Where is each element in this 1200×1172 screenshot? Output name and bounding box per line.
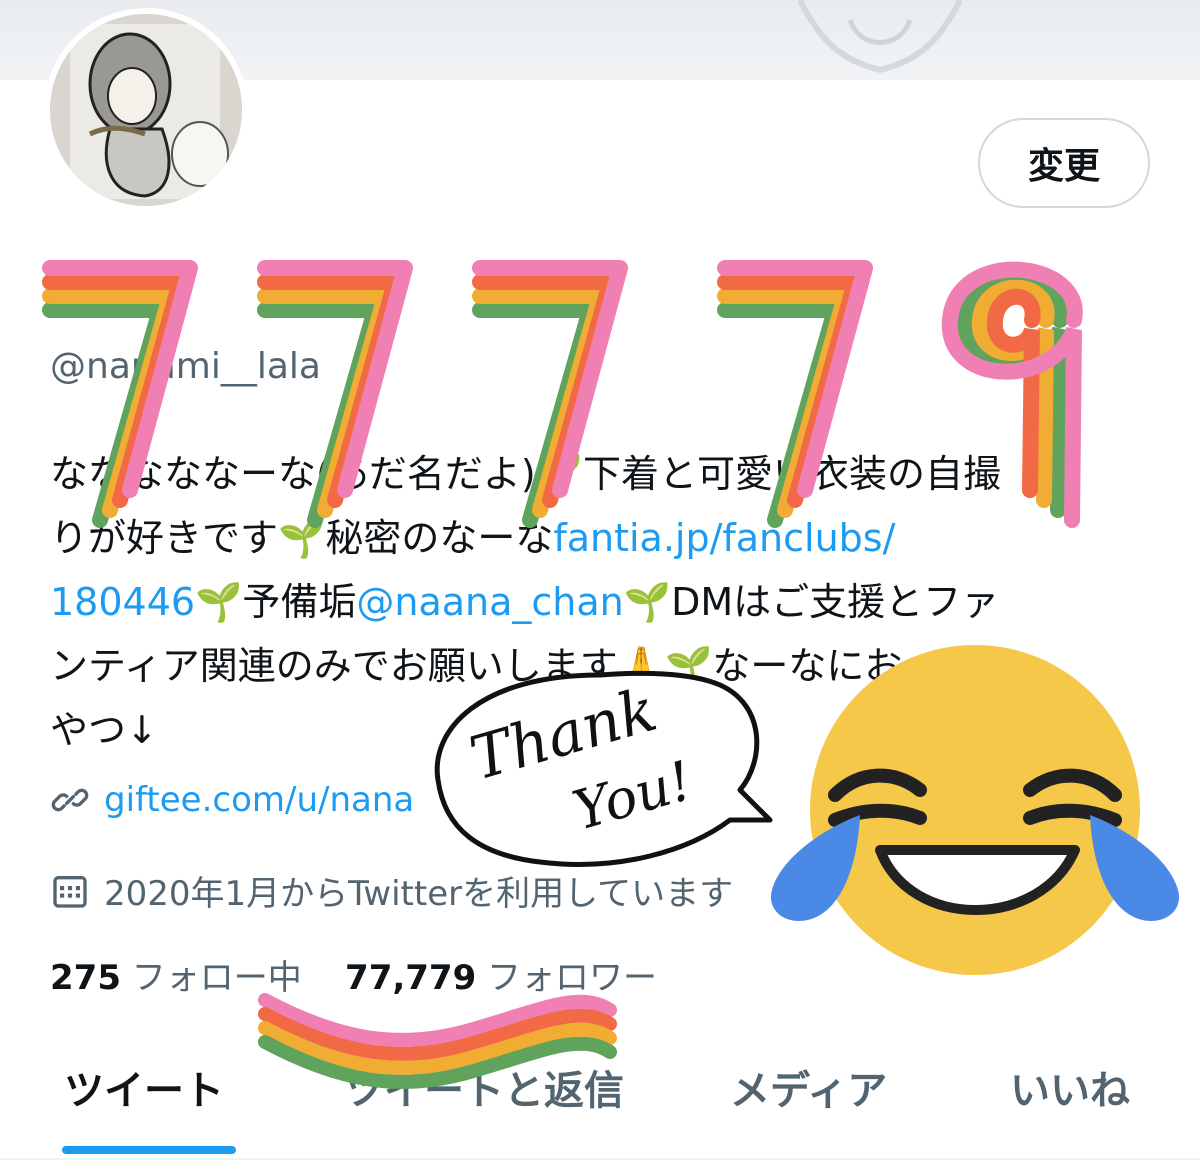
- link-icon: [51, 788, 89, 812]
- tab-tweets[interactable]: ツイート: [64, 1058, 224, 1116]
- profile-bio: なななななーな(あだ名だよ)🌱下着と可愛い衣装の自撮 りが好きです🌱秘密のなーな…: [50, 442, 1160, 762]
- joined-row: 2020年1月からTwitterを利用しています: [50, 866, 733, 915]
- mention-link[interactable]: @naana_chan: [356, 580, 623, 624]
- tab-tweets-and-replies[interactable]: ツイートと返信: [344, 1058, 624, 1116]
- display-name: なーな: [50, 271, 188, 325]
- following-link[interactable]: 275 フォロー中: [50, 958, 302, 998]
- website-row: giftee.com/u/nana: [50, 780, 414, 820]
- calendar-icon: [53, 875, 87, 908]
- tab-likes[interactable]: いいね: [1010, 1058, 1130, 1116]
- followers-link[interactable]: 77,779 フォロワー: [345, 958, 657, 998]
- user-handle: @nanami__lala: [50, 346, 321, 387]
- tab-media[interactable]: メディア: [730, 1058, 887, 1116]
- bio-line-5: やつ↓: [50, 708, 158, 752]
- profile-tabs: ツイート ツイートと返信 メディア いいね: [0, 1040, 1200, 1160]
- tabs-divider: [0, 1158, 1200, 1160]
- active-tab-indicator: [62, 1146, 236, 1154]
- profile-avatar[interactable]: [44, 8, 248, 212]
- following-label: フォロー中: [131, 958, 302, 998]
- following-count: 275: [50, 958, 121, 998]
- bio-text: 🌱DMはご支援とファ: [623, 580, 1000, 624]
- joined-date: 2020年1月からTwitterを利用しています: [104, 874, 734, 914]
- banner-fabric-detail: [797, 0, 963, 74]
- website-link[interactable]: giftee.com/u/nana: [104, 780, 414, 820]
- bio-line-2: りが好きです🌱秘密のなーなfantia.jp/fanclubs/: [50, 506, 1160, 570]
- bio-text: りが好きです🌱秘密のなーな: [50, 516, 554, 560]
- follow-counts: 275 フォロー中 77,779 フォロワー: [50, 950, 657, 999]
- avatar-drawing: [50, 14, 242, 206]
- edit-profile-button[interactable]: 変更: [978, 118, 1150, 208]
- fantia-link[interactable]: fantia.jp/fanclubs/: [553, 516, 895, 560]
- bio-line-1: なななななーな(あだ名だよ)🌱下着と可愛い衣装の自撮: [50, 452, 1001, 496]
- bio-line-4: ンティア関連のみでお願いします🙏🌱なーなにお: [50, 644, 903, 688]
- bio-line-3: 180446🌱予備垢@naana_chan🌱DMはご支援とファ: [50, 570, 1160, 634]
- followers-label: フォロワー: [487, 958, 658, 998]
- bubble-text-you: You!: [566, 749, 699, 843]
- bio-text: 🌱予備垢: [195, 580, 357, 624]
- followers-count: 77,779: [345, 958, 477, 998]
- fantia-link-id[interactable]: 180446: [50, 580, 195, 624]
